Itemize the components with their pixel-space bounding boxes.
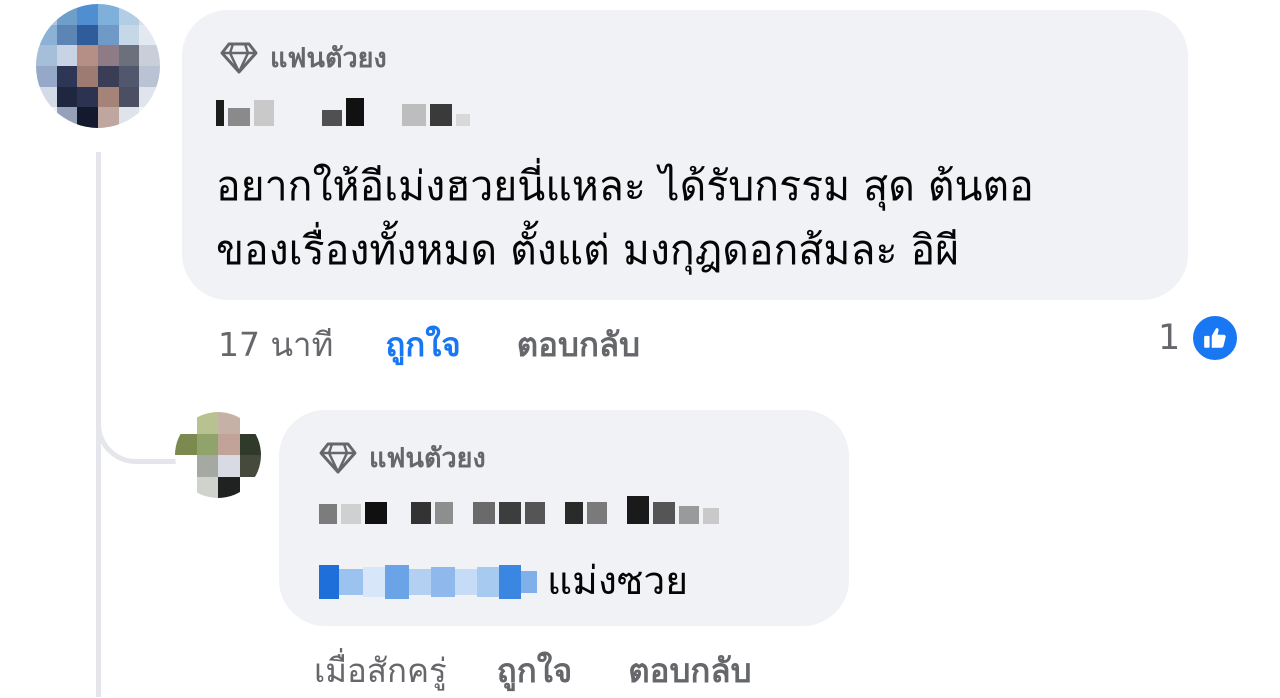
- reply-timestamp[interactable]: เมื่อสักครู่: [314, 644, 447, 697]
- thread-connector-curve: [96, 330, 176, 464]
- top-fan-badge: แฟนตัวยง: [319, 436, 486, 479]
- reply-reply-button[interactable]: ตอบกลับ: [628, 644, 751, 697]
- thumbs-up-icon: [1190, 313, 1241, 363]
- comment-text: อยากให้อีเม่งฮวยนี่แหละ ได้รับกรรม สุด ต…: [216, 154, 1176, 282]
- replier-name-redacted[interactable]: [319, 496, 719, 524]
- reply-actions: เมื่อสักครู่ ถูกใจ ตอบกลับ: [314, 642, 752, 698]
- reaction-count: 1: [1158, 318, 1181, 358]
- comment-text-line2: ของเรื่องทั้งหมด ตั้งแต่ มงกุฎดอกส้มละ อ…: [216, 226, 960, 274]
- diamond-icon: [220, 42, 258, 73]
- top-fan-badge: แฟนตัวยง: [220, 36, 387, 79]
- comment-text-line1: อยากให้อีเม่งฮวยนี่แหละ ได้รับกรรม สุด ต…: [216, 162, 1034, 210]
- like-button[interactable]: ถูกใจ: [385, 318, 460, 371]
- reply-button[interactable]: ตอบกลับ: [517, 318, 640, 371]
- comment-actions: 17 นาที ถูกใจ ตอบกลับ: [218, 316, 640, 372]
- reaction-summary[interactable]: 1: [1158, 310, 1241, 366]
- reply-bubble: แฟนตัวยง แม่งซวย: [279, 410, 849, 626]
- badge-label: แฟนตัวยง: [270, 43, 387, 74]
- comment-bubble: แฟนตัวยง อยากให้อีเม่งฮวยนี่แหละ ได้รับก…: [182, 10, 1188, 300]
- commenter-name-redacted[interactable]: [216, 98, 470, 126]
- tagged-name-redacted[interactable]: [319, 565, 537, 599]
- avatar[interactable]: [36, 4, 160, 128]
- comment-timestamp[interactable]: 17 นาที: [218, 318, 333, 371]
- badge-label: แฟนตัวยง: [369, 443, 486, 474]
- reply-text: แม่งซวย: [547, 559, 689, 604]
- reply-avatar[interactable]: [175, 412, 261, 498]
- diamond-icon: [319, 442, 357, 473]
- reply-like-button[interactable]: ถูกใจ: [497, 644, 572, 697]
